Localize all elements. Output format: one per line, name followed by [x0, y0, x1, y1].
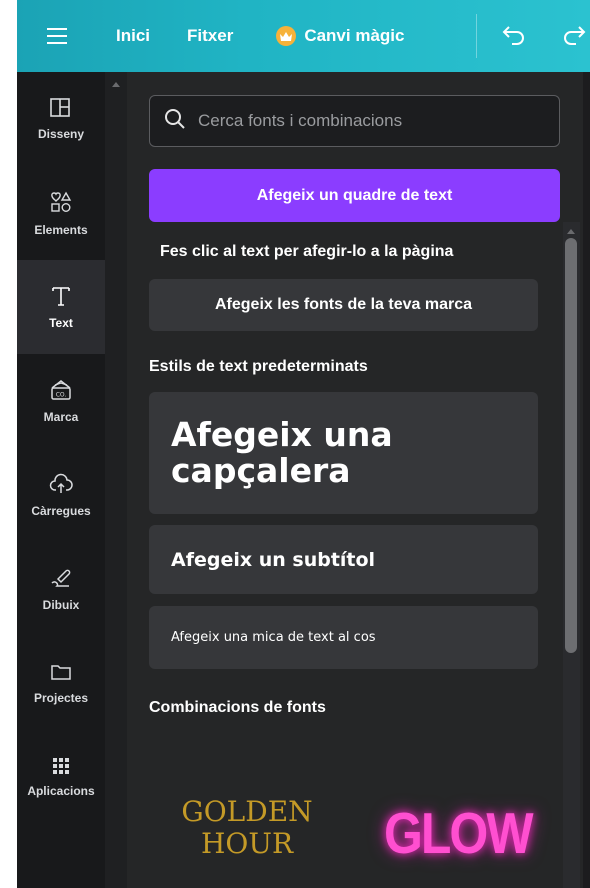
font-combinations-heading: Combinacions de fonts — [149, 699, 326, 716]
rail-label: Càrregues — [31, 503, 91, 518]
rail-item-brand[interactable]: CO. Marca — [17, 354, 105, 448]
crown-icon — [276, 26, 297, 46]
magic-switch-button[interactable]: Canvi màgic — [276, 26, 404, 46]
magic-switch-label: Canvi màgic — [304, 26, 405, 45]
file-menu[interactable]: Fitxer — [187, 26, 233, 46]
redo-icon[interactable] — [562, 24, 586, 51]
add-brand-fonts-button[interactable]: Afegeix les fonts de la teva marca — [149, 279, 538, 331]
toolbar-divider — [476, 14, 477, 58]
add-textbox-button[interactable]: Afegeix un quadre de text — [149, 169, 560, 222]
text-icon — [51, 285, 71, 312]
hamburger-icon[interactable] — [33, 0, 81, 72]
svg-text:CO.: CO. — [56, 391, 67, 398]
rail-label: Aplicacions — [27, 783, 95, 798]
rail-label: Dibuix — [42, 597, 80, 612]
rail-item-elements[interactable]: Elements — [17, 166, 105, 260]
panel-scrollbar-thumb[interactable] — [565, 238, 577, 653]
scroll-up-arrow-icon[interactable] — [567, 229, 575, 234]
default-styles-heading: Estils de text predeterminats — [149, 358, 368, 375]
side-rail: Disseny Elements Text CO. Marca Càrregue… — [17, 72, 105, 888]
rail-item-design[interactable]: Disseny — [17, 72, 105, 166]
rail-label: Disseny — [37, 126, 85, 141]
add-heading-card[interactable]: Afegeix una capçalera — [149, 392, 538, 514]
rail-item-apps[interactable]: Aplicacions — [17, 730, 105, 824]
brand-icon: CO. — [49, 379, 73, 406]
rail-label: Marca — [43, 409, 79, 424]
canvas-edge — [583, 72, 590, 888]
font-combo-golden-hour[interactable]: GOLDEN HOUR — [172, 796, 322, 860]
body-sample: Afegeix una mica de text al cos — [171, 630, 376, 645]
panel-left-scrollbar[interactable] — [105, 72, 127, 888]
home-menu[interactable]: Inici — [116, 26, 150, 46]
undo-icon[interactable] — [502, 24, 526, 51]
rail-item-uploads[interactable]: Càrregues — [17, 448, 105, 542]
rail-item-projects[interactable]: Projectes — [17, 636, 105, 730]
draw-icon — [49, 567, 73, 594]
font-combo-glow[interactable]: GLOW — [384, 800, 534, 867]
rail-item-text[interactable]: Text — [17, 260, 105, 354]
font-search-field[interactable] — [149, 95, 560, 147]
rail-label: Elements — [34, 222, 88, 237]
add-body-text-card[interactable]: Afegeix una mica de text al cos — [149, 606, 538, 669]
heading-sample: Afegeix una capçalera — [171, 415, 393, 490]
folder-icon — [50, 662, 72, 687]
apps-grid-icon — [52, 757, 70, 780]
layout-icon — [50, 97, 72, 123]
search-input[interactable] — [198, 111, 528, 131]
click-hint: Fes clic al text per afegir-lo a la pàgi… — [160, 243, 454, 260]
scroll-up-arrow-icon[interactable] — [112, 82, 120, 87]
top-toolbar: Inici Fitxer Canvi màgic — [17, 0, 590, 72]
search-icon — [164, 108, 186, 135]
rail-label: Text — [49, 315, 73, 330]
upload-cloud-icon — [49, 473, 73, 500]
rail-item-draw[interactable]: Dibuix — [17, 542, 105, 636]
shapes-icon — [49, 190, 73, 219]
add-subtitle-card[interactable]: Afegeix un subtítol — [149, 525, 538, 594]
subtitle-sample: Afegeix un subtítol — [171, 548, 376, 571]
rail-label: Projectes — [33, 690, 89, 705]
